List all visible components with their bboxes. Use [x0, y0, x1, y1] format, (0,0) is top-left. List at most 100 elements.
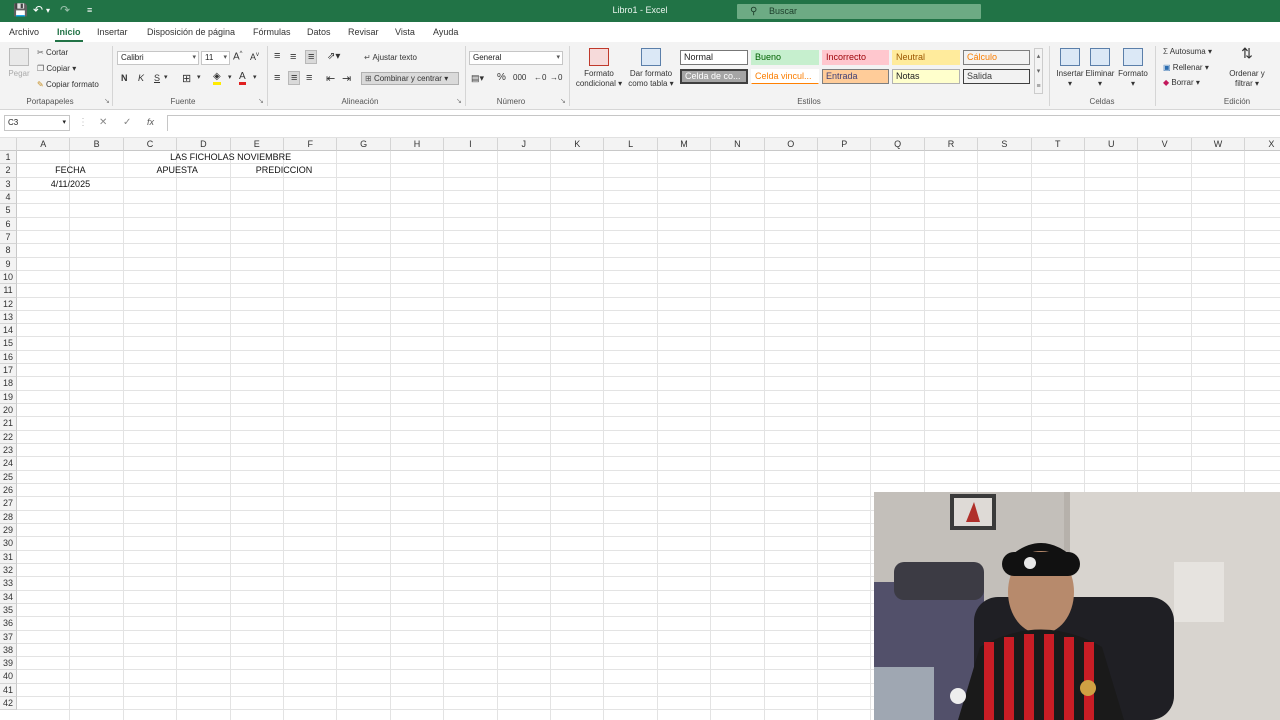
cell-a2-fecha[interactable]: FECHA [17, 164, 124, 177]
style-salida[interactable]: Salida [963, 69, 1030, 84]
decrease-font-icon[interactable]: Av [250, 52, 259, 62]
row-header-24[interactable]: 24 [0, 457, 17, 471]
increase-indent-icon[interactable]: ⇥ [342, 72, 351, 85]
style-celda-vinculada[interactable]: Celda vincul... [751, 69, 819, 84]
column-header-a[interactable]: A [17, 138, 71, 151]
row-header-18[interactable]: 18 [0, 377, 17, 391]
column-header-d[interactable]: D [177, 138, 231, 151]
style-neutral[interactable]: Neutral [892, 50, 960, 65]
column-header-w[interactable]: W [1191, 138, 1246, 151]
number-format-select[interactable]: General ▾ [469, 51, 563, 65]
name-box[interactable]: C3 ▾ [4, 115, 70, 131]
row-header-1[interactable]: 1 [0, 151, 17, 165]
row-header-26[interactable]: 26 [0, 484, 17, 498]
row-header-33[interactable]: 33 [0, 577, 17, 591]
column-header-i[interactable]: I [444, 138, 498, 151]
row-header-31[interactable]: 31 [0, 550, 17, 564]
underline-button[interactable]: S [154, 73, 160, 83]
tab-insertar[interactable]: Insertar [97, 27, 128, 37]
cell-c1-title[interactable]: LAS FICHOLAS NOVIEMBRE [17, 151, 444, 164]
row-header-27[interactable]: 27 [0, 497, 17, 511]
row-header-20[interactable]: 20 [0, 404, 17, 418]
row-header-21[interactable]: 21 [0, 417, 17, 431]
column-header-j[interactable]: J [497, 138, 551, 151]
column-header-l[interactable]: L [604, 138, 658, 151]
alignment-launcher-icon[interactable]: ↘ [456, 97, 462, 105]
column-header-k[interactable]: K [551, 138, 605, 151]
select-all-corner[interactable] [0, 138, 17, 151]
fill-color-icon[interactable]: ◈ [213, 71, 221, 85]
row-header-32[interactable]: 32 [0, 563, 17, 578]
column-header-r[interactable]: R [924, 138, 979, 151]
format-as-table-button[interactable]: Dar formato como tabla ▾ [626, 48, 676, 89]
font-color-dropdown-icon[interactable]: ▾ [253, 73, 257, 81]
formula-input[interactable] [167, 115, 1280, 131]
align-bottom-icon[interactable]: ≡ [305, 50, 318, 64]
enter-icon[interactable]: ✓ [123, 117, 131, 128]
align-top-icon[interactable]: ≡ [274, 50, 280, 62]
column-header-c[interactable]: C [123, 138, 178, 151]
style-celda-comprobacion[interactable]: Celda de co... [680, 69, 748, 84]
column-header-g[interactable]: G [337, 138, 391, 151]
style-notas[interactable]: Notas [892, 69, 960, 84]
cancel-icon[interactable]: ✕ [99, 117, 107, 128]
conditional-format-button[interactable]: Formato condicional ▾ [573, 48, 625, 89]
column-header-m[interactable]: M [657, 138, 712, 151]
delete-cells-button[interactable]: Eliminar ▾ [1085, 48, 1115, 89]
row-header-36[interactable]: 36 [0, 617, 17, 631]
tab-archivo[interactable]: Archivo [9, 27, 39, 37]
clear-button[interactable]: ◆ Borrar ▾ [1163, 78, 1200, 87]
tab-vista[interactable]: Vista [395, 27, 415, 37]
column-header-n[interactable]: N [711, 138, 765, 151]
row-header-10[interactable]: 10 [0, 270, 17, 285]
font-name-select[interactable]: Calibri ▾ [117, 51, 199, 65]
row-header-35[interactable]: 35 [0, 603, 17, 618]
row-header-4[interactable]: 4 [0, 190, 17, 205]
cell-c2-apuesta[interactable]: APUESTA [124, 164, 231, 177]
column-header-f[interactable]: F [284, 138, 338, 151]
currency-icon[interactable]: ▤▾ [471, 73, 484, 84]
decrease-indent-icon[interactable]: ⇤ [326, 72, 335, 85]
row-header-16[interactable]: 16 [0, 350, 17, 365]
align-right-icon[interactable]: ≡ [306, 72, 312, 84]
number-launcher-icon[interactable]: ↘ [560, 97, 566, 105]
percent-icon[interactable]: % [497, 72, 506, 83]
cell-a3-date[interactable]: 4/11/2025 [17, 178, 124, 191]
style-entrada[interactable]: Entrada [822, 69, 889, 84]
comma-style-icon[interactable]: 000 [513, 73, 526, 82]
row-header-34[interactable]: 34 [0, 590, 17, 604]
italic-button[interactable]: K [138, 73, 144, 83]
format-cells-button[interactable]: Formato ▾ [1117, 48, 1149, 89]
align-center-icon[interactable]: ≡ [288, 71, 301, 85]
tab-revisar[interactable]: Revisar [348, 27, 379, 37]
paste-button[interactable]: Pegar [6, 48, 32, 79]
fill-dropdown-icon[interactable]: ▾ [228, 73, 232, 81]
row-header-3[interactable]: 3 [0, 177, 17, 191]
tab-formulas[interactable]: Fórmulas [253, 27, 291, 37]
row-header-23[interactable]: 23 [0, 444, 17, 458]
tab-datos[interactable]: Datos [307, 27, 331, 37]
column-header-e[interactable]: E [230, 138, 284, 151]
column-header-v[interactable]: V [1138, 138, 1192, 151]
merge-center-button[interactable]: ⊞ Combinar y centrar ▾ [361, 72, 459, 85]
row-header-5[interactable]: 5 [0, 204, 17, 218]
row-header-7[interactable]: 7 [0, 230, 17, 245]
row-header-12[interactable]: 12 [0, 297, 17, 311]
row-header-41[interactable]: 41 [0, 683, 17, 698]
row-header-37[interactable]: 37 [0, 630, 17, 644]
row-header-13[interactable]: 13 [0, 310, 17, 325]
style-bueno[interactable]: Bueno [751, 50, 819, 65]
font-color-icon[interactable]: A [239, 71, 246, 85]
row-header-22[interactable]: 22 [0, 430, 17, 445]
row-header-14[interactable]: 14 [0, 324, 17, 338]
format-painter-button[interactable]: ✎ Copiar formato [37, 80, 99, 89]
insert-function-icon[interactable]: fx [147, 117, 154, 127]
bold-button[interactable]: N [121, 73, 128, 83]
column-header-q[interactable]: Q [871, 138, 925, 151]
column-header-s[interactable]: S [978, 138, 1032, 151]
row-header-8[interactable]: 8 [0, 244, 17, 258]
column-header-t[interactable]: T [1031, 138, 1085, 151]
borders-icon[interactable]: ⊞ [182, 72, 191, 85]
column-header-u[interactable]: U [1085, 138, 1139, 151]
style-calculo[interactable]: Cálculo [963, 50, 1030, 65]
